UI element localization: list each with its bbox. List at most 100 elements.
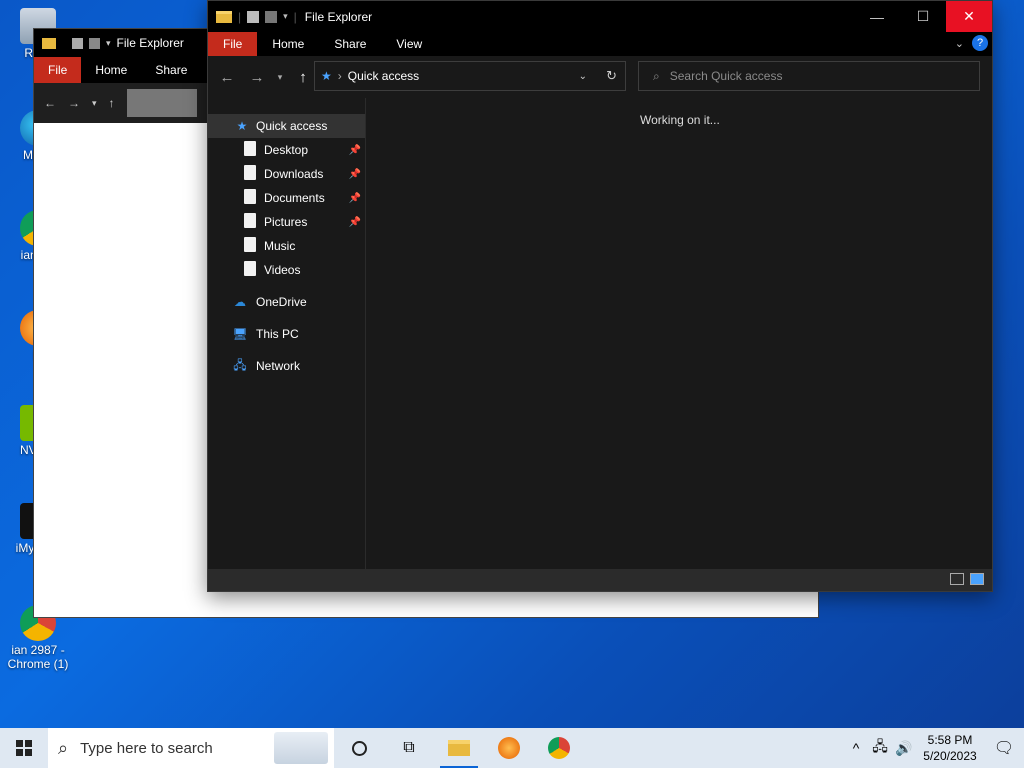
help-icon[interactable]: ? bbox=[972, 35, 988, 51]
folder-icon bbox=[448, 740, 470, 756]
address-location[interactable]: Quick access bbox=[348, 69, 419, 83]
sidebar-item-onedrive[interactable]: ☁ OneDrive bbox=[208, 290, 365, 314]
chevron-down-icon[interactable]: ▾ bbox=[283, 11, 288, 22]
new-folder-icon[interactable] bbox=[89, 37, 100, 49]
taskbar-search-box[interactable]: ⌕ Type here to search bbox=[48, 728, 334, 768]
forward-arrow-icon[interactable]: → bbox=[242, 69, 272, 86]
loading-status-text: Working on it... bbox=[640, 113, 720, 127]
tab-share[interactable]: Share bbox=[141, 57, 201, 83]
clock[interactable]: 5:58 PM 5/20/2023 bbox=[916, 732, 984, 764]
window-title: File Explorer bbox=[304, 9, 373, 24]
notification-center-icon[interactable]: 🗨 bbox=[984, 738, 1024, 758]
firefox-icon bbox=[498, 737, 520, 759]
chevron-up-icon[interactable]: ^ bbox=[844, 740, 868, 756]
maximize-button[interactable]: ☐ bbox=[900, 1, 946, 32]
back-arrow-icon[interactable]: ← bbox=[44, 96, 56, 110]
start-button[interactable] bbox=[0, 728, 48, 768]
sidebar-item-network[interactable]: 🖧 Network bbox=[208, 354, 365, 378]
tab-home[interactable]: Home bbox=[81, 57, 141, 83]
cortana-button[interactable] bbox=[334, 728, 384, 768]
up-arrow-icon[interactable]: ↑ bbox=[109, 96, 115, 110]
recent-locations-chevron-icon[interactable]: ▾ bbox=[272, 72, 288, 83]
sidebar-item-documents[interactable]: Documents 📌 bbox=[208, 186, 365, 210]
title-bar[interactable]: | ▾ | File Explorer — ☐ ✕ bbox=[208, 1, 992, 32]
sidebar-item-pictures[interactable]: Pictures 📌 bbox=[208, 210, 365, 234]
separator: | bbox=[238, 9, 242, 24]
tab-view[interactable]: View bbox=[381, 32, 437, 56]
folder-icon bbox=[42, 37, 56, 49]
file-icon bbox=[242, 213, 258, 231]
status-bar bbox=[208, 569, 992, 591]
path-separator: › bbox=[337, 69, 342, 83]
address-bar[interactable]: ★ › Quick access ⌄ ↻ bbox=[314, 61, 626, 91]
large-icons-view-icon[interactable] bbox=[970, 573, 984, 585]
tab-share[interactable]: Share bbox=[319, 32, 381, 56]
search-highlight-image bbox=[274, 732, 328, 764]
sidebar-item-label: Desktop bbox=[264, 143, 309, 157]
sidebar-item-videos[interactable]: Videos bbox=[208, 258, 365, 282]
search-icon: ⌕ bbox=[58, 737, 69, 758]
details-view-icon[interactable] bbox=[950, 573, 964, 585]
sidebar-item-music[interactable]: Music bbox=[208, 234, 365, 258]
separator: | bbox=[293, 9, 297, 24]
folder-icon bbox=[216, 10, 232, 23]
pin-icon[interactable]: 📌 bbox=[349, 145, 361, 156]
search-input[interactable]: ⌕ Search Quick access bbox=[638, 61, 980, 91]
tab-file[interactable]: File bbox=[208, 32, 258, 56]
window-title: File Explorer bbox=[116, 36, 184, 50]
file-icon bbox=[242, 165, 258, 183]
file-icon bbox=[242, 261, 258, 279]
search-icon: ⌕ bbox=[653, 68, 660, 83]
pin-icon[interactable]: 📌 bbox=[349, 169, 361, 180]
address-bar[interactable] bbox=[126, 89, 197, 117]
address-dropdown-chevron-icon[interactable]: ⌄ bbox=[579, 71, 587, 82]
sidebar-item-label: Videos bbox=[264, 263, 301, 277]
sidebar-item-label: Downloads bbox=[264, 167, 324, 181]
sidebar-item-label: Network bbox=[256, 359, 301, 373]
sidebar-item-label: OneDrive bbox=[256, 295, 307, 309]
sidebar-item-label: Quick access bbox=[256, 119, 328, 133]
computer-icon: 🖥 bbox=[232, 327, 248, 341]
chevron-down-icon[interactable]: ▾ bbox=[106, 38, 111, 49]
file-explorer-window[interactable]: | ▾ | File Explorer — ☐ ✕ File Home Shar… bbox=[207, 0, 993, 592]
volume-icon[interactable]: 🔊 bbox=[892, 740, 916, 757]
sidebar-item-quick-access[interactable]: ★ Quick access bbox=[208, 114, 365, 138]
taskbar-firefox[interactable] bbox=[484, 728, 534, 768]
sidebar-item-this-pc[interactable]: 🖥 This PC bbox=[208, 322, 365, 346]
taskbar-file-explorer[interactable] bbox=[434, 728, 484, 768]
sidebar-item-label: Documents bbox=[264, 191, 325, 205]
forward-arrow-icon[interactable]: → bbox=[68, 96, 80, 110]
file-icon bbox=[242, 141, 258, 159]
sidebar-item-downloads[interactable]: Downloads 📌 bbox=[208, 162, 365, 186]
pin-icon[interactable]: 📌 bbox=[349, 193, 361, 204]
tab-home[interactable]: Home bbox=[257, 32, 319, 56]
taskbar-chrome[interactable] bbox=[534, 728, 584, 768]
task-view-button[interactable]: ⧉ bbox=[384, 728, 434, 768]
network-status-icon[interactable]: 🖧 bbox=[868, 736, 892, 760]
system-tray: ^ 🖧 🔊 5:58 PM 5/20/2023 🗨 bbox=[844, 728, 1024, 768]
expand-ribbon-chevron-icon[interactable]: ⌄ bbox=[955, 37, 964, 50]
taskbar-search-placeholder: Type here to search bbox=[80, 739, 213, 757]
sidebar-item-label: Music bbox=[264, 239, 296, 253]
back-arrow-icon[interactable]: ← bbox=[212, 69, 242, 86]
sidebar-item-label: Pictures bbox=[264, 215, 308, 229]
search-placeholder: Search Quick access bbox=[669, 69, 783, 83]
sidebar-item-label: This PC bbox=[256, 327, 299, 341]
new-folder-icon[interactable] bbox=[265, 10, 278, 23]
clock-time: 5:58 PM bbox=[927, 733, 973, 747]
cortana-circle-icon bbox=[351, 740, 367, 756]
tab-file[interactable]: File bbox=[34, 57, 82, 83]
taskbar: ⌕ Type here to search ⧉ ^ 🖧 🔊 5:58 PM 5/… bbox=[0, 728, 1024, 768]
properties-icon[interactable] bbox=[247, 10, 260, 23]
properties-icon[interactable] bbox=[72, 37, 83, 49]
ribbon-tabs: File Home Share View ⌄ ? bbox=[208, 32, 992, 56]
chevron-down-icon[interactable]: ▾ bbox=[92, 98, 97, 109]
refresh-icon[interactable]: ↻ bbox=[606, 68, 617, 84]
content-pane[interactable]: Working on it... bbox=[366, 98, 992, 570]
network-icon: 🖧 bbox=[233, 357, 247, 372]
pin-icon[interactable]: 📌 bbox=[349, 217, 361, 228]
minimize-button[interactable]: — bbox=[854, 1, 900, 32]
close-button[interactable]: ✕ bbox=[946, 1, 992, 32]
sidebar-item-desktop[interactable]: Desktop 📌 bbox=[208, 138, 365, 162]
quick-access-star-icon: ★ bbox=[321, 69, 332, 83]
